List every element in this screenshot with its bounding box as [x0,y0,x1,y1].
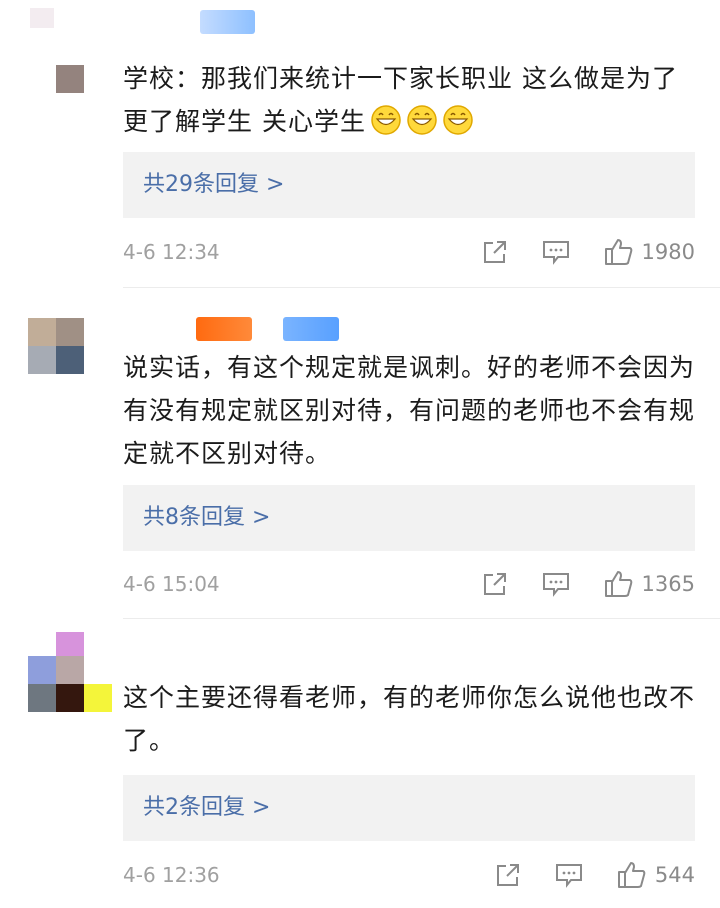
view-replies-button[interactable]: 共2条回复 > [123,775,695,841]
divider [123,287,720,288]
comment-meta: 4-6 12:36 544 [123,859,695,891]
like-count: 544 [654,863,695,887]
share-button[interactable] [482,239,508,265]
previous-comment-header [0,0,720,40]
comment-meta: 4-6 12:34 1980 [123,236,695,268]
comment-meta: 4-6 15:04 1365 [123,568,695,600]
comment-text: 说实话，有这个规定就是讽刺。好的老师不会因为有没有规定就区别对待，有问题的老师也… [123,353,696,468]
comment-icon [555,864,582,888]
comment-button[interactable] [542,571,570,597]
view-replies-button[interactable]: 共8条回复 > [123,485,695,551]
username-redacted [200,10,255,34]
share-icon [496,864,519,886]
avatar[interactable] [28,632,112,712]
share-icon [483,573,506,595]
like-count: 1365 [641,572,695,596]
comment-item: 说实话，有这个规定就是讽刺。好的老师不会因为有没有规定就区别对待，有问题的老师也… [0,290,720,620]
comment-item: 这个主要还得看老师，有的老师你怎么说他也改不了。 共2条回复 > 4-6 12:… [0,620,720,908]
share-icon [483,241,506,263]
timestamp: 4-6 15:04 [123,572,220,596]
share-button[interactable] [482,571,508,597]
timestamp: 4-6 12:34 [123,240,220,264]
thumbs-up-icon [604,571,632,597]
comment-icon [542,573,569,597]
avatar[interactable] [28,65,86,95]
grinning-face-icon [443,105,473,135]
grinning-face-icon [371,105,401,135]
like-button[interactable]: 1980 [604,237,695,267]
comment-button[interactable] [555,862,583,888]
timestamp: 4-6 12:36 [123,863,220,887]
like-count: 1980 [641,240,695,264]
thumbs-up-icon [617,862,646,888]
comment-text: 学校：那我们来统计一下家长职业 这么做是为了更了解学生 关心学生 [123,64,678,136]
avatar[interactable] [28,318,84,374]
comment-item: 学校：那我们来统计一下家长职业 这么做是为了更了解学生 关心学生 共29条回复 … [0,40,720,290]
comment-text: 这个主要还得看老师，有的老师你怎么说他也改不了。 [123,683,696,755]
comment-icon [542,241,569,265]
thumbs-up-icon [604,239,632,265]
avatar[interactable] [30,8,54,28]
comment-button[interactable] [542,239,570,265]
divider [123,618,720,619]
like-button[interactable]: 1365 [604,569,695,599]
username-redacted [196,317,252,341]
view-replies-button[interactable]: 共29条回复 > [123,152,695,218]
like-button[interactable]: 544 [617,860,695,890]
share-button[interactable] [495,862,521,888]
user-badge-redacted [283,317,339,341]
grinning-face-icon [407,105,437,135]
